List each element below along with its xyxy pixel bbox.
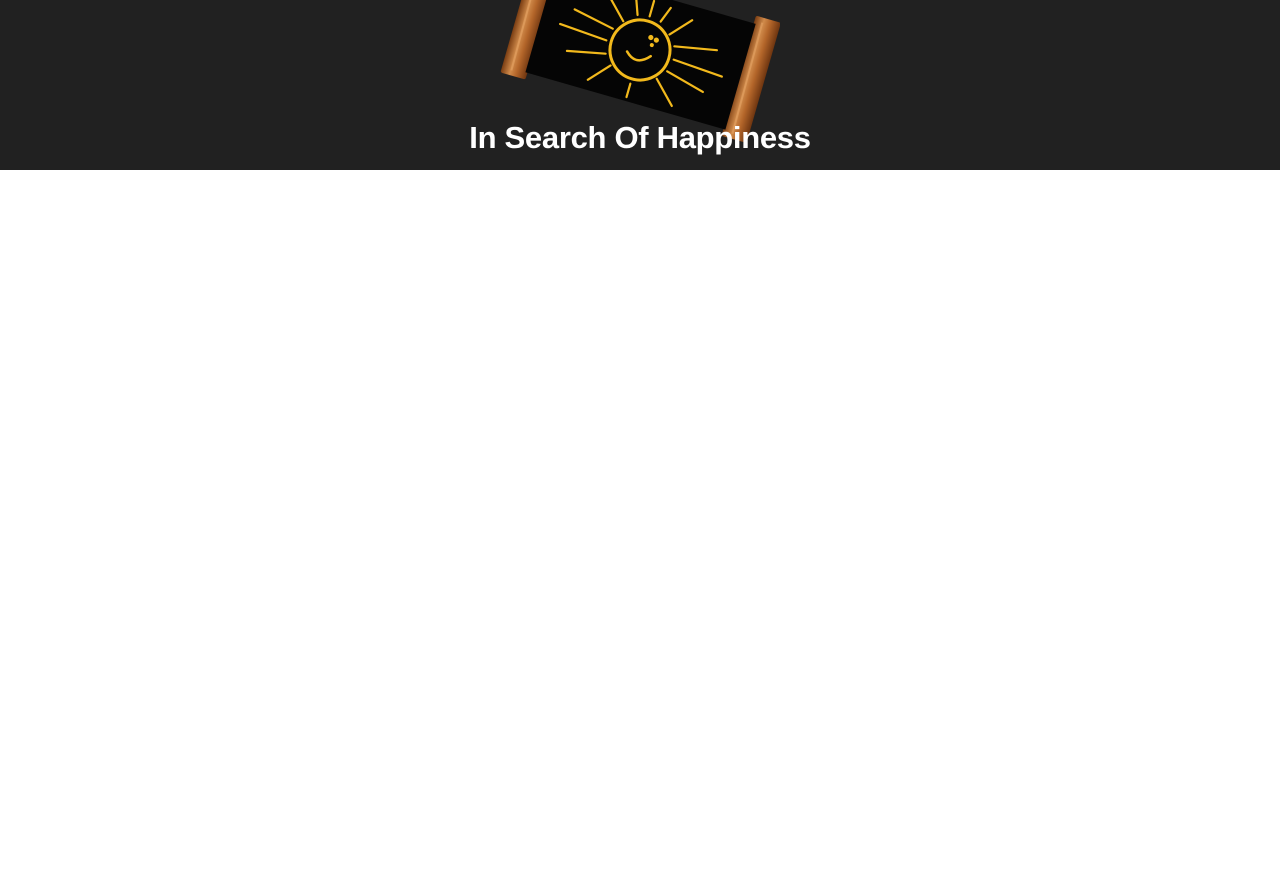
site-header: In Search Of Happiness: [0, 0, 1280, 170]
site-title[interactable]: In Search Of Happiness: [0, 118, 1280, 158]
page-content-area: [0, 170, 1280, 872]
